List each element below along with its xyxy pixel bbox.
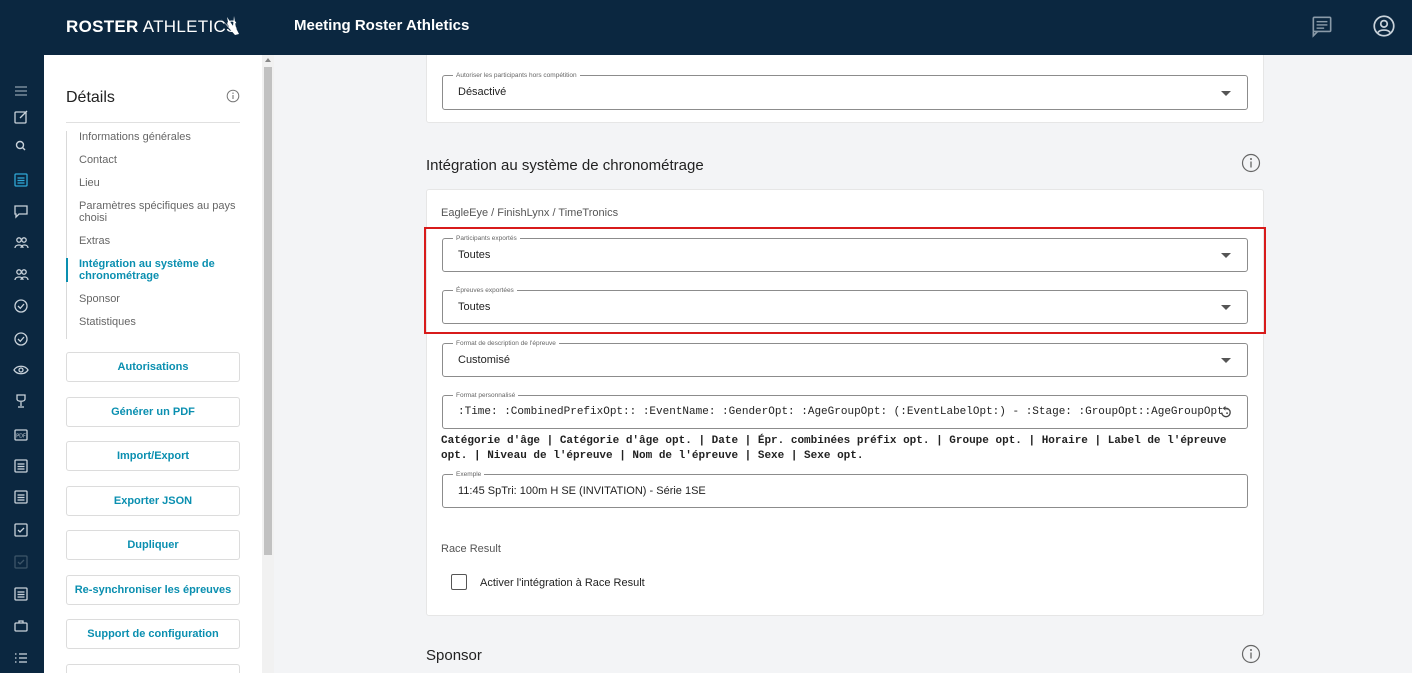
top-bar: ROSTER ATHLETICS Meeting Roster Athletic… <box>0 0 1412 55</box>
sidebar-item-sponsor[interactable]: Sponsor <box>67 293 240 305</box>
sponsor-section-title: Sponsor <box>426 647 482 664</box>
account-icon[interactable] <box>1371 13 1397 39</box>
check-circle-outline-icon[interactable] <box>12 330 30 348</box>
svg-text:PDF: PDF <box>16 434 26 440</box>
brand-bold: ROSTER <box>66 17 139 36</box>
eye-icon[interactable] <box>12 361 30 379</box>
main-content: Autoriser les participants hors compétit… <box>274 55 1412 673</box>
info-icon[interactable] <box>1241 153 1261 173</box>
resync-events-button[interactable]: Re-synchroniser les épreuves <box>66 575 240 605</box>
briefcase-icon[interactable] <box>12 617 30 635</box>
sidebar-scrollbar[interactable] <box>262 55 274 673</box>
brand-name[interactable]: ROSTER ATHLETICS <box>66 17 238 37</box>
document-icon[interactable] <box>12 585 30 603</box>
search-icon[interactable] <box>12 137 30 155</box>
winged-shoe-logo-icon <box>221 16 239 35</box>
reset-icon[interactable] <box>1218 405 1233 420</box>
sidebar-item-lieu[interactable]: Lieu <box>67 177 240 189</box>
highlight-box <box>424 227 1266 334</box>
autorisations-button[interactable]: Autorisations <box>66 352 240 382</box>
field-label: Autoriser les participants hors compétit… <box>453 71 580 80</box>
field-value: Désactivé <box>458 86 507 98</box>
dropdown-caret-icon[interactable] <box>1221 358 1231 363</box>
timing-systems-label: EagleEye / FinishLynx / TimeTronics <box>441 207 619 219</box>
sidebar-title: Détails <box>66 89 115 106</box>
app-title: Meeting Roster Athletics <box>294 17 470 34</box>
field-label: Format de description de l'épreuve <box>453 339 559 348</box>
trophy-icon[interactable] <box>12 392 30 410</box>
icon-rail: PDF <box>0 55 44 673</box>
custom-format-input[interactable]: Format personnalisé :Time: :CombinedPref… <box>442 391 1248 429</box>
field-value: :Time: :CombinedPrefixOpt:: :EventName: … <box>458 406 1231 418</box>
scrollbar-thumb[interactable] <box>264 67 272 555</box>
duplicate-button[interactable]: Dupliquer <box>66 530 240 560</box>
pdf-icon[interactable]: PDF <box>12 426 30 444</box>
chat-icon[interactable] <box>1309 13 1335 39</box>
message-icon[interactable] <box>12 202 30 220</box>
timing-section-title: Intégration au système de chronométrage <box>426 157 704 174</box>
info-icon[interactable] <box>1241 644 1261 664</box>
sidebar-item-informations[interactable]: Informations générales <box>67 131 240 143</box>
dropdown-caret-icon[interactable] <box>1221 91 1231 96</box>
export-json-button[interactable]: Exporter JSON <box>66 486 240 516</box>
hors-competition-select[interactable]: Autoriser les participants hors compétit… <box>442 71 1248 110</box>
scroll-up-arrow-icon[interactable] <box>265 58 271 62</box>
field-value: 11:45 SpTri: 100m H SE (INVITATION) - Sé… <box>458 485 706 497</box>
check-box-icon[interactable] <box>12 521 30 539</box>
race-result-checkbox-label[interactable]: Activer l'intégration à Race Result <box>480 577 645 589</box>
people-icon[interactable] <box>12 234 30 252</box>
event-description-format-select[interactable]: Format de description de l'épreuve Custo… <box>442 339 1248 377</box>
sidebar-item-parametres[interactable]: Paramètres spécifiques au pays choisi <box>67 200 240 224</box>
sidebar-divider <box>66 122 240 123</box>
info-icon[interactable] <box>226 89 240 103</box>
field-label: Exemple <box>453 470 485 479</box>
field-label: Format personnalisé <box>453 391 519 400</box>
format-tokens-line-1: Catégorie d'âge | Catégorie d'âge opt. |… <box>441 435 1227 447</box>
sidebar-nav: Informations générales Contact Lieu Para… <box>66 131 240 339</box>
group-icon[interactable] <box>12 266 30 284</box>
more-button[interactable] <box>66 664 240 673</box>
details-sidebar: Détails Informations générales Contact L… <box>44 55 262 673</box>
list-box-icon[interactable] <box>12 457 30 475</box>
sidebar-item-contact[interactable]: Contact <box>67 154 240 166</box>
edit-icon[interactable] <box>12 108 30 126</box>
field-value: Customisé <box>458 354 510 366</box>
list-box-icon[interactable] <box>12 488 30 506</box>
race-result-checkbox[interactable] <box>451 574 467 590</box>
race-result-label: Race Result <box>441 543 501 555</box>
import-export-button[interactable]: Import/Export <box>66 441 240 471</box>
check-box-disabled-icon <box>14 555 28 569</box>
example-field: Exemple 11:45 SpTri: 100m H SE (INVITATI… <box>442 470 1248 508</box>
format-tokens-line-2: opt. | Niveau de l'épreuve | Nom de l'ép… <box>441 450 864 462</box>
sidebar-item-extras[interactable]: Extras <box>67 235 240 247</box>
menu-icon[interactable] <box>12 82 30 100</box>
generate-pdf-button[interactable]: Générer un PDF <box>66 397 240 427</box>
sidebar-item-integration[interactable]: Intégration au système de chronométrage <box>66 258 240 282</box>
list-icon[interactable] <box>12 171 30 189</box>
previous-settings-card: Autoriser les participants hors compétit… <box>426 55 1264 123</box>
config-support-button[interactable]: Support de configuration <box>66 619 240 649</box>
list-bullets-icon[interactable] <box>12 649 30 667</box>
sidebar-item-statistiques[interactable]: Statistiques <box>67 316 240 328</box>
check-circle-icon[interactable] <box>12 297 30 315</box>
